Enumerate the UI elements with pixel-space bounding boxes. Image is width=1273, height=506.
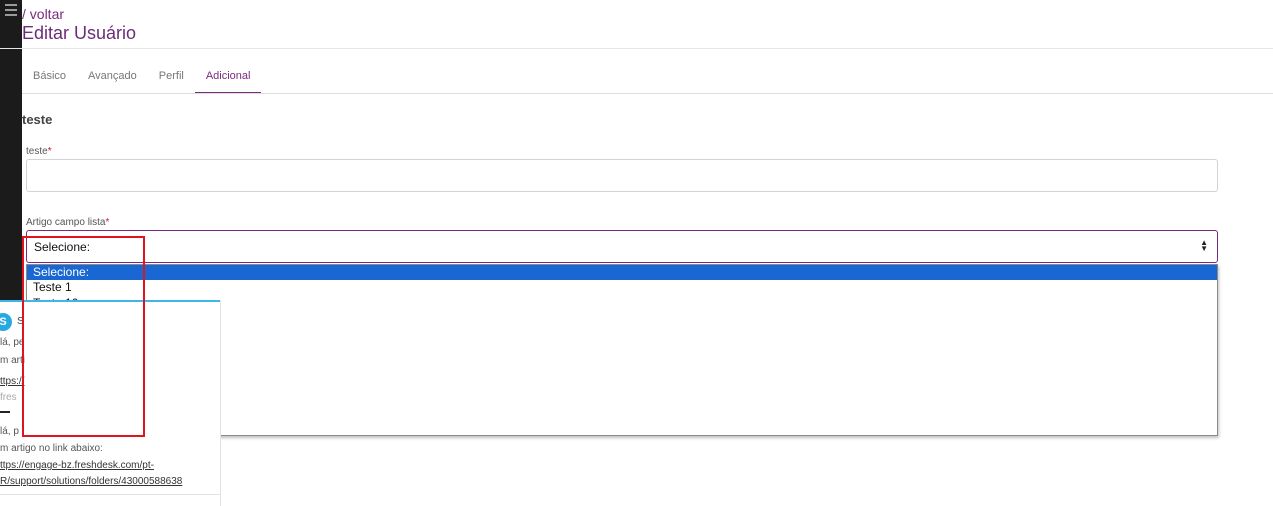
chat-avatar-icon: S [0, 313, 12, 331]
tab-basico[interactable]: Básico [22, 62, 77, 94]
artigo-label-text: Artigo campo lista [26, 217, 106, 228]
option-selecione[interactable]: Selecione: [27, 265, 1217, 281]
menu-icon[interactable] [5, 4, 17, 18]
chat-separator [0, 411, 10, 413]
back-link[interactable]: / voltar [22, 6, 64, 22]
teste-label-text: teste [26, 146, 48, 157]
chat-message-1-link[interactable]: ttps:// [0, 376, 24, 387]
tab-avancado[interactable]: Avançado [77, 62, 148, 94]
chat-message-1-line-1: lá, pe [0, 337, 25, 348]
tab-bar: Básico Avançado Perfil Adicional [22, 62, 262, 94]
section-title: teste [22, 112, 53, 127]
tab-adicional[interactable]: Adicional [194, 62, 262, 94]
chat-message-2-link-line-2[interactable]: R/support/solutions/folders/43000588638 [0, 476, 182, 487]
teste-input[interactable] [26, 159, 1218, 192]
required-marker: * [47, 146, 52, 157]
artigo-select[interactable]: Selecione: ▲ ▼ [26, 230, 1218, 263]
teste-field-label: teste* [26, 146, 52, 157]
annotation-highlight-box [22, 236, 145, 437]
tab-perfil[interactable]: Perfil [148, 62, 195, 94]
chat-message-2-line-1: lá, p [0, 426, 19, 437]
select-arrows-icon: ▲ ▼ [1200, 238, 1208, 253]
chat-message-2-link-line-1[interactable]: ttps://engage-bz.freshdesk.com/pt- [0, 460, 154, 471]
header-divider [0, 48, 1273, 49]
chat-message-1-faded: fres [0, 392, 17, 403]
artigo-field-label: Artigo campo lista* [26, 217, 109, 228]
page-title: Editar Usuário [22, 23, 137, 43]
option-teste-1[interactable]: Teste 1 [27, 280, 1217, 295]
tabs-divider [22, 93, 1273, 94]
chat-bottom-divider [0, 494, 220, 495]
chat-message-2-line-2: m artigo no link abaixo: [0, 443, 103, 454]
left-sidebar-strip [0, 0, 22, 300]
required-marker: * [105, 217, 110, 228]
